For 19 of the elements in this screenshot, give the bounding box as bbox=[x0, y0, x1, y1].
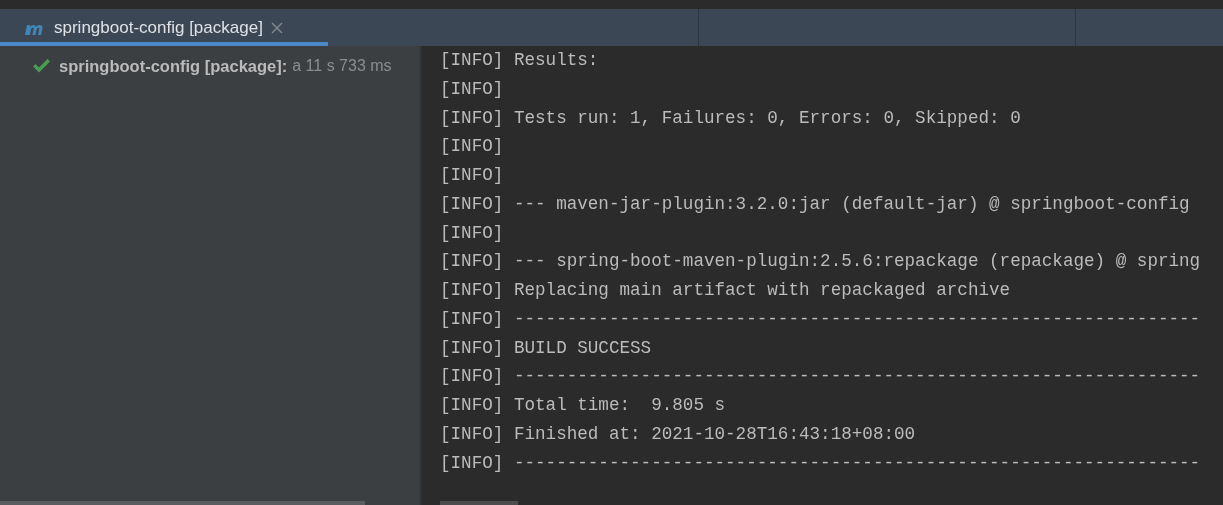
scrollbar[interactable] bbox=[440, 501, 518, 505]
console-line: [INFO] bbox=[440, 77, 505, 101]
console-line: [INFO] Results: bbox=[440, 49, 600, 72]
console-line: [INFO] bbox=[440, 221, 505, 245]
console-line: [INFO] ----------------------------------------------------------------- bbox=[440, 365, 1202, 389]
console-line: [INFO] BUILD SUCCESS bbox=[440, 336, 653, 360]
console-line: [INFO] ----------------------------------------------------------------- bbox=[440, 307, 1202, 331]
build-time: a 11 s 733 ms bbox=[292, 57, 392, 75]
console-line: [INFO] ----------------------------------------------------------------- bbox=[440, 451, 1202, 475]
close-icon[interactable] bbox=[270, 21, 283, 34]
console-line: [INFO] --- spring-boot-maven-plugin:2.5.6:repackage (repackage) @ spring bbox=[440, 250, 1202, 274]
console-line: [INFO] bbox=[440, 164, 505, 187]
console-line: [INFO] bbox=[440, 135, 505, 159]
console-line: [INFO] Finished at: 2021-10-28T16:43:18+08:00 bbox=[440, 422, 917, 446]
console-line: [INFO] Total time: 9.805 s bbox=[440, 394, 727, 417]
build-name[interactable]: springboot-config [package]: bbox=[59, 56, 288, 76]
console-line: [INFO] Tests run: 1, Failures: 0, Errors: 0, Skipped: 0 bbox=[440, 106, 1022, 130]
console-line: [INFO] Replacing main artifact with repackaged archive bbox=[440, 279, 1012, 302]
console-line: [INFO] --- maven-jar-plugin:3.2.0:jar (default-jar) @ springboot-config bbox=[440, 192, 1191, 216]
